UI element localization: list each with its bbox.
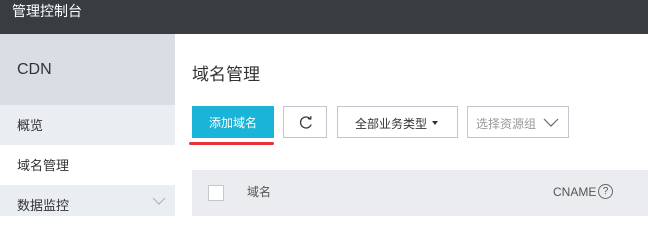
main-content: 域名管理 添加域名 全部业务类型 选择资源组 域名 CNAME ? <box>175 34 648 216</box>
add-domain-label: 添加域名 <box>209 116 258 130</box>
column-header-cname[interactable]: CNAME <box>553 185 596 199</box>
sidebar-item-data-monitoring[interactable]: 数据监控 <box>0 185 175 225</box>
resource-group-select[interactable]: 选择资源组 <box>467 106 569 138</box>
sidebar-item-label: 域名管理 <box>17 159 70 174</box>
product-name: CDN <box>17 61 52 78</box>
page-title: 域名管理 <box>192 65 260 85</box>
sidebar-item-label: 概览 <box>17 119 44 134</box>
add-domain-button[interactable]: 添加域名 <box>192 106 274 138</box>
business-type-select[interactable]: 全部业务类型 <box>337 106 458 138</box>
chevron-down-icon <box>543 118 559 127</box>
business-type-value: 全部业务类型 <box>355 117 428 131</box>
top-bar: 管理控制台 <box>0 0 648 34</box>
sidebar: CDN 概览 域名管理 数据监控 <box>0 34 175 216</box>
sidebar-header: CDN <box>0 34 175 105</box>
sidebar-item-domain-management[interactable]: 域名管理 <box>0 145 175 185</box>
refresh-icon <box>299 116 312 129</box>
help-icon[interactable]: ? <box>598 184 613 199</box>
console-title[interactable]: 管理控制台 <box>12 3 82 21</box>
select-all-checkbox[interactable] <box>208 185 224 201</box>
sidebar-item-overview[interactable]: 概览 <box>0 105 175 145</box>
sidebar-item-label: 数据监控 <box>17 199 70 214</box>
table-header: 域名 CNAME ? <box>192 170 648 216</box>
highlight-underline <box>189 142 274 145</box>
column-header-domain[interactable]: 域名 <box>247 183 271 200</box>
chevron-down-icon[interactable] <box>151 193 167 209</box>
caret-down-icon <box>432 121 438 125</box>
refresh-button[interactable] <box>283 106 327 138</box>
resource-group-placeholder: 选择资源组 <box>476 117 537 131</box>
